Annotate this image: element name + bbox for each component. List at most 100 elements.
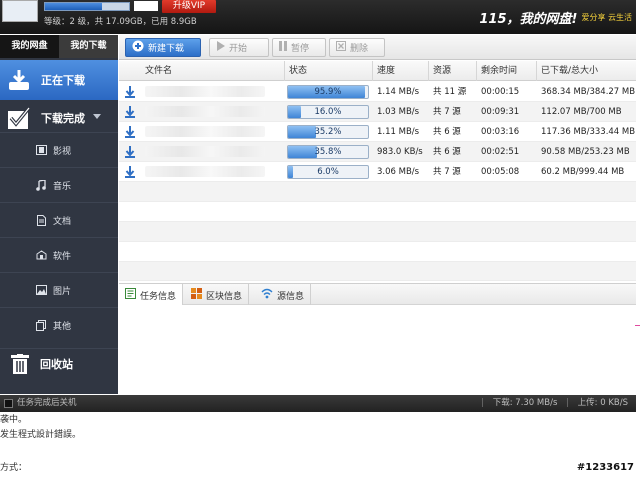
- play-icon: [216, 41, 225, 54]
- column-header-size[interactable]: 已下载/总大小: [537, 61, 636, 81]
- download-table: 文件名 状态 速度 资源 剩余时间 已下载/总大小 95.9% 1.14 MB/s…: [119, 61, 636, 281]
- progress-text: 95.9%: [314, 87, 342, 97]
- pause-label: 暂停: [291, 44, 310, 54]
- pause-button[interactable]: 暂停: [272, 38, 326, 57]
- filename-redacted: [145, 86, 265, 97]
- table-row[interactable]: 35.2% 1.11 MB/s 共 6 源 00:03:16 117.36 MB/333…: [119, 122, 636, 142]
- start-button[interactable]: 开始: [209, 38, 269, 57]
- plus-circle-icon: [132, 40, 144, 55]
- checkmark-icon: [6, 105, 32, 131]
- remaining-cell: 00:00:15: [481, 87, 520, 97]
- sidebar-item-label: 软件: [53, 251, 72, 262]
- sidebar-item-label: 图片: [53, 286, 72, 297]
- sources-cell: 共 7 源: [433, 167, 461, 177]
- sidebar-item-label: 回收站: [40, 357, 73, 371]
- sidebar-item-trash[interactable]: 回收站: [0, 348, 118, 378]
- download-arrow-icon: [125, 106, 135, 118]
- size-cell: 60.2 MB/999.44 MB: [541, 167, 625, 177]
- sidebar-item-label: 音乐: [53, 181, 72, 192]
- edge-mark: [635, 325, 640, 326]
- table-row[interactable]: 35.8% 983.0 KB/s 共 6 源 00:02:51 90.58 MB/253…: [119, 142, 636, 162]
- tab-source-info[interactable]: 源信息: [255, 284, 312, 306]
- shutdown-checkbox[interactable]: [4, 399, 13, 408]
- progress-text: 35.2%: [314, 127, 342, 137]
- remaining-cell: 00:05:08: [481, 167, 520, 177]
- sidebar-item-other[interactable]: 其他: [0, 307, 118, 342]
- wifi-icon: [261, 288, 273, 302]
- table-row[interactable]: 16.0% 1.03 MB/s 共 7 源 00:09:31 112.07 MB/700…: [119, 102, 636, 122]
- tab-block-info[interactable]: 区块信息: [185, 284, 250, 306]
- column-header-sources[interactable]: 资源: [429, 61, 477, 81]
- upgrade-vip-button[interactable]: 升级VIP: [162, 0, 216, 13]
- sidebar-item-picture[interactable]: 图片: [0, 272, 118, 307]
- filename-redacted: [145, 106, 265, 117]
- shutdown-label: 任务完成后关机: [17, 398, 77, 408]
- remaining-cell: 00:02:51: [481, 147, 520, 157]
- filename-redacted: [145, 126, 265, 137]
- download-arrow-icon: [125, 126, 135, 138]
- avatar[interactable]: [2, 0, 38, 22]
- sidebar-item-label: 正在下载: [41, 74, 85, 87]
- sidebar-item-software[interactable]: 软件: [0, 237, 118, 272]
- new-download-label: 新建下载: [148, 44, 185, 54]
- size-cell: 90.58 MB/253.23 MB: [541, 147, 630, 157]
- column-header-speed[interactable]: 速度: [373, 61, 429, 81]
- progress-text: 6.0%: [317, 167, 339, 177]
- username-redacted: [134, 1, 158, 11]
- sidebar-item-film[interactable]: 影视: [0, 132, 118, 167]
- sidebar-item-downloading[interactable]: 正在下载: [0, 60, 118, 100]
- background-text: 发生程式設計錯誤。: [0, 430, 82, 440]
- other-icon: [35, 319, 47, 331]
- start-label: 开始: [229, 44, 248, 54]
- pause-icon: [279, 41, 287, 54]
- background-page: 袭中。 发生程式設計錯誤。 方式： #1233617: [0, 412, 640, 478]
- sources-cell: 共 11 源: [433, 87, 467, 97]
- task-info-icon: [125, 288, 136, 302]
- remaining-cell: 00:03:16: [481, 127, 520, 137]
- tab-label: 任务信息: [140, 291, 177, 302]
- speed-info: | 下载: 7.30 MB/s | 上传: 0 KB/S: [481, 398, 628, 408]
- empty-row: [119, 262, 636, 281]
- tab-label: 区块信息: [206, 291, 243, 302]
- sidebar-item-music[interactable]: 音乐: [0, 167, 118, 202]
- delete-label: 删除: [350, 44, 369, 54]
- empty-row: [119, 242, 636, 262]
- size-cell: 368.34 MB/384.27 MB: [541, 87, 636, 97]
- status-bar: 任务完成后关机 | 下载: 7.30 MB/s | 上传: 0 KB/S: [0, 395, 636, 412]
- progress-bar: 16.0%: [287, 105, 369, 119]
- column-header-filename[interactable]: 文件名: [141, 61, 285, 81]
- tab-my-disk[interactable]: 我的网盘: [0, 35, 59, 58]
- delete-button[interactable]: 删除: [329, 38, 385, 57]
- detail-panel: [119, 305, 636, 395]
- tab-task-info[interactable]: 任务信息: [119, 284, 184, 306]
- sidebar-item-label: 影视: [53, 146, 72, 157]
- new-download-button[interactable]: 新建下载: [125, 38, 201, 57]
- download-speed: 下载: 7.30 MB/s: [492, 398, 558, 408]
- tab-my-downloads[interactable]: 我的下载: [59, 35, 118, 58]
- speed-cell: 1.03 MB/s: [377, 107, 420, 117]
- sidebar-item-document[interactable]: 文档: [0, 202, 118, 237]
- trash-icon: [10, 353, 30, 374]
- sources-cell: 共 7 源: [433, 107, 461, 117]
- table-header: 文件名 状态 速度 资源 剩余时间 已下载/总大小: [119, 61, 636, 81]
- size-cell: 117.36 MB/333.44 MB: [541, 127, 636, 137]
- download-arrow-icon: [125, 86, 135, 98]
- table-row[interactable]: 95.9% 1.14 MB/s 共 11 源 00:00:15 368.34 MB/38…: [119, 82, 636, 102]
- upload-speed: 上传: 0 KB/S: [577, 398, 628, 408]
- window-edge: [636, 0, 640, 412]
- speed-cell: 1.14 MB/s: [377, 87, 420, 97]
- empty-row: [119, 222, 636, 242]
- speed-cell: 1.11 MB/s: [377, 127, 420, 137]
- speed-cell: 983.0 KB/s: [377, 147, 423, 157]
- detail-tabs: 任务信息 区块信息 源信息: [119, 283, 636, 306]
- sidebar: 正在下载 下载完成 影视 音乐 文档 软件 图片 其他 回收站: [0, 58, 118, 394]
- column-header-remaining[interactable]: 剩余时间: [477, 61, 537, 81]
- quota-text: 等级：2 级，共 17.09GB，已用 8.9GB: [44, 17, 197, 27]
- left-tabs: 我的网盘 我的下载: [0, 35, 118, 58]
- music-icon: [35, 179, 47, 191]
- download-arrow-icon: [125, 146, 135, 158]
- size-cell: 112.07 MB/700 MB: [541, 107, 622, 117]
- column-header-status[interactable]: 状态: [285, 61, 373, 81]
- download-icon: [6, 67, 32, 93]
- table-row[interactable]: 6.0% 3.06 MB/s 共 7 源 00:05:08 60.2 MB/999.44…: [119, 162, 636, 182]
